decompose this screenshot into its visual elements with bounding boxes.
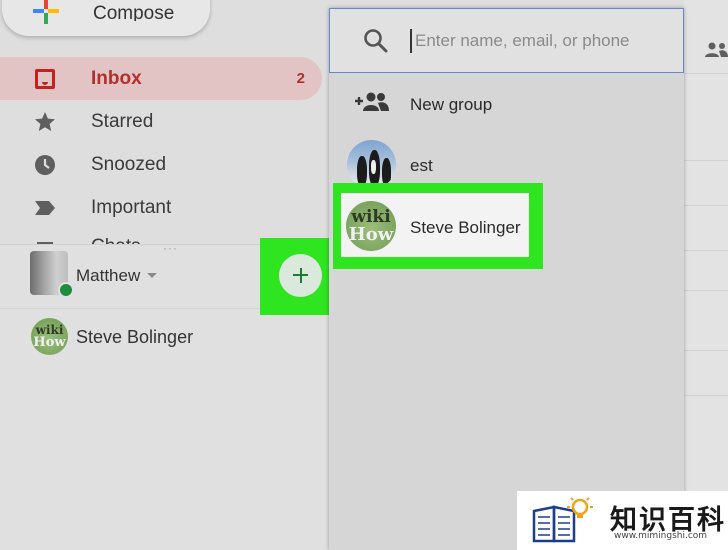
search-box [329, 8, 684, 73]
add-group-icon [355, 92, 389, 111]
contact-avatar: wiki How [31, 318, 68, 355]
search-input[interactable] [410, 29, 670, 53]
star-icon [35, 112, 55, 131]
wikihow-avatar: wiki How [346, 201, 396, 251]
result-name-steve[interactable]: Steve Bolinger [410, 218, 521, 238]
nav-label-starred: Starred [91, 111, 154, 132]
nav-item-starred[interactable]: Starred [0, 100, 322, 143]
user-name[interactable]: Matthew [76, 266, 140, 286]
compose-label: Compose [93, 4, 175, 21]
inbox-count-badge: 2 [296, 70, 305, 87]
new-conversation-button[interactable] [279, 254, 322, 297]
nav-item-snoozed[interactable]: Snoozed [0, 143, 322, 186]
right-panel [684, 0, 728, 550]
compose-button[interactable]: Compose [2, 0, 210, 36]
caret-down-icon[interactable] [147, 273, 157, 278]
nav-label-snoozed: Snoozed [91, 154, 167, 175]
online-status-dot [58, 282, 74, 298]
nav-item-important[interactable]: Important [0, 186, 322, 229]
new-group-button[interactable]: New group [410, 95, 492, 115]
result-est[interactable]: est [410, 156, 433, 176]
chat-icon [37, 242, 53, 244]
nav-item-inbox[interactable]: Inbox 2 [0, 57, 322, 100]
book-lightbulb-logo-icon [532, 497, 593, 543]
nav-label-important: Important [91, 197, 172, 218]
inbox-icon [35, 69, 55, 89]
clock-icon [35, 155, 55, 175]
new-chat-popup [329, 8, 684, 550]
nav-label-chats: Chats [91, 236, 141, 244]
contact-name[interactable]: Steve Bolinger [76, 327, 193, 348]
panel-resize-handle[interactable]: ··· [163, 241, 178, 255]
important-icon [35, 201, 55, 215]
compose-plus-icon [33, 0, 59, 24]
penguins-avatar [347, 140, 396, 189]
people-icon[interactable] [705, 42, 728, 58]
nav-label-inbox: Inbox [91, 68, 142, 89]
search-icon [364, 29, 388, 53]
watermark-url: www.mimingshi.com [614, 531, 708, 541]
